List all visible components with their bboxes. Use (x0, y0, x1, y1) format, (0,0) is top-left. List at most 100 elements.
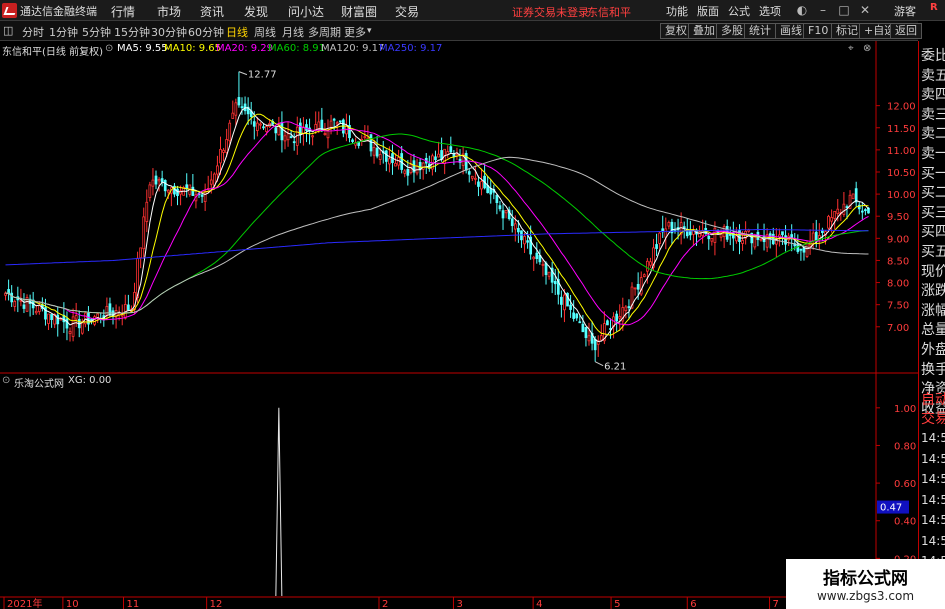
candle-up (34, 310, 38, 314)
candle-up (145, 201, 149, 222)
menu-discover[interactable]: 发现 (244, 3, 268, 20)
candle-up (827, 215, 830, 229)
candle-up (363, 136, 367, 139)
menu-layout[interactable]: 版面 (697, 3, 719, 19)
quote-label: 涨跌 (921, 283, 945, 300)
expand-circle-icon[interactable]: ⊙ (105, 43, 113, 54)
quote-label[interactable]: 自动 (921, 389, 945, 409)
menu-trade[interactable]: 交易 (395, 3, 419, 20)
quote-label: 现价 (921, 263, 945, 280)
price-tick-label: 11.00 (887, 146, 916, 157)
tab-1min[interactable]: 1分钟 (49, 24, 78, 40)
candle-down (860, 210, 864, 213)
trade-login-status[interactable]: 证券交易未登录 (512, 4, 589, 20)
user-guest[interactable]: 游客 (894, 3, 916, 19)
candle-up (624, 306, 628, 312)
candle-up (388, 158, 391, 165)
candle-up (480, 181, 483, 190)
candle-up (151, 179, 155, 187)
candle-down (351, 139, 354, 142)
statistics-button[interactable]: 统计 (744, 23, 776, 39)
low-annotation-arrow (594, 361, 604, 367)
sub-tick-label: 0.40 (894, 517, 916, 528)
candle-up (139, 247, 143, 259)
menu-news[interactable]: 资讯 (200, 3, 224, 20)
tab-more[interactable]: 更多 (344, 24, 366, 40)
price-tick-label: 10.50 (887, 168, 916, 179)
candle-up (326, 130, 330, 139)
tab-5min[interactable]: 5分钟 (82, 24, 111, 40)
candle-up (148, 184, 152, 198)
candle-down (553, 281, 557, 285)
ma5-label: MA5: 9.55 (117, 43, 168, 54)
candle-down (56, 314, 60, 325)
tab-30min[interactable]: 30分钟 (151, 24, 187, 40)
tab-daily[interactable]: 日线 (226, 24, 248, 40)
candle-down (154, 175, 158, 185)
menu-market[interactable]: 市场 (157, 3, 181, 20)
candle-up (842, 203, 846, 215)
menu-wealth-circle[interactable]: 财富圈 (341, 3, 377, 20)
candle-down (578, 321, 582, 324)
quote-label: 买二 (921, 185, 945, 202)
candle-up (74, 315, 78, 320)
more-chevron-icon[interactable]: ▾ (367, 26, 372, 36)
quote-label[interactable]: 交易 (921, 408, 945, 428)
menu-wenxiaoda[interactable]: 问小达 (288, 3, 324, 20)
candle-up (437, 153, 440, 158)
corner-flag: R (930, 2, 938, 13)
candle-up (710, 238, 714, 242)
candle-up (658, 232, 661, 244)
tab-60min[interactable]: 60分钟 (188, 24, 224, 40)
collapse-icon[interactable]: ◫ (3, 24, 13, 37)
f10-button[interactable]: F10 (803, 23, 834, 39)
candle-up (532, 256, 536, 260)
tab-monthly[interactable]: 月线 (282, 24, 304, 40)
tick-time: 14:56 (921, 451, 945, 466)
candle-down (544, 262, 548, 275)
menu-function[interactable]: 功能 (666, 3, 688, 19)
skin-icon[interactable]: ◐ (794, 2, 810, 18)
candle-down (384, 150, 388, 162)
time-tick-label: 11 (127, 599, 140, 609)
candle-up (523, 236, 526, 245)
minimize-icon[interactable]: – (815, 2, 831, 18)
maximize-icon[interactable]: □ (836, 2, 852, 18)
candle-down (252, 121, 256, 127)
menu-formula[interactable]: 公式 (728, 3, 750, 19)
candle-down (615, 313, 619, 322)
menu-options[interactable]: 选项 (759, 3, 781, 19)
sub-expand-icon[interactable]: ⊙ (2, 375, 10, 386)
candle-down (560, 296, 563, 305)
candle-down (636, 283, 640, 290)
tab-15min[interactable]: 15分钟 (114, 24, 150, 40)
candle-down (854, 188, 858, 203)
candle-up (851, 193, 855, 200)
candle-up (664, 228, 668, 238)
candle-down (200, 194, 204, 197)
back-button[interactable]: 返回 (890, 23, 922, 39)
quote-label: 换手 (921, 361, 945, 378)
tab-intraday[interactable]: 分时 (22, 24, 44, 40)
candle-up (618, 316, 622, 319)
menu-quotes[interactable]: 行情 (111, 3, 135, 20)
ma20-label: MA20: 9.29 (216, 43, 274, 54)
candle-up (259, 123, 262, 126)
candle-down (517, 227, 520, 233)
panel-close-icon[interactable]: ⊗ (863, 43, 871, 54)
candle-down (498, 205, 502, 210)
kline-chart[interactable]: 12.00 11.50 11.00 10.50 10.00 9.50 9.00 8.50 8.0… (0, 41, 918, 609)
candle-down (176, 188, 179, 196)
close-icon[interactable]: ✕ (857, 2, 873, 18)
candle-down (510, 218, 514, 227)
time-tick-label: 2021年 (7, 597, 42, 609)
candle-down (728, 234, 732, 236)
tab-weekly[interactable]: 周线 (254, 24, 276, 40)
candle-up (335, 122, 339, 125)
candle-up (759, 238, 763, 241)
candle-down (627, 306, 631, 309)
pin-icon[interactable]: ⌖ (848, 43, 854, 54)
ma120-label: MA120: 9.17 (321, 43, 385, 54)
candle-up (219, 149, 222, 164)
tab-multi-period[interactable]: 多周期 (308, 24, 341, 40)
